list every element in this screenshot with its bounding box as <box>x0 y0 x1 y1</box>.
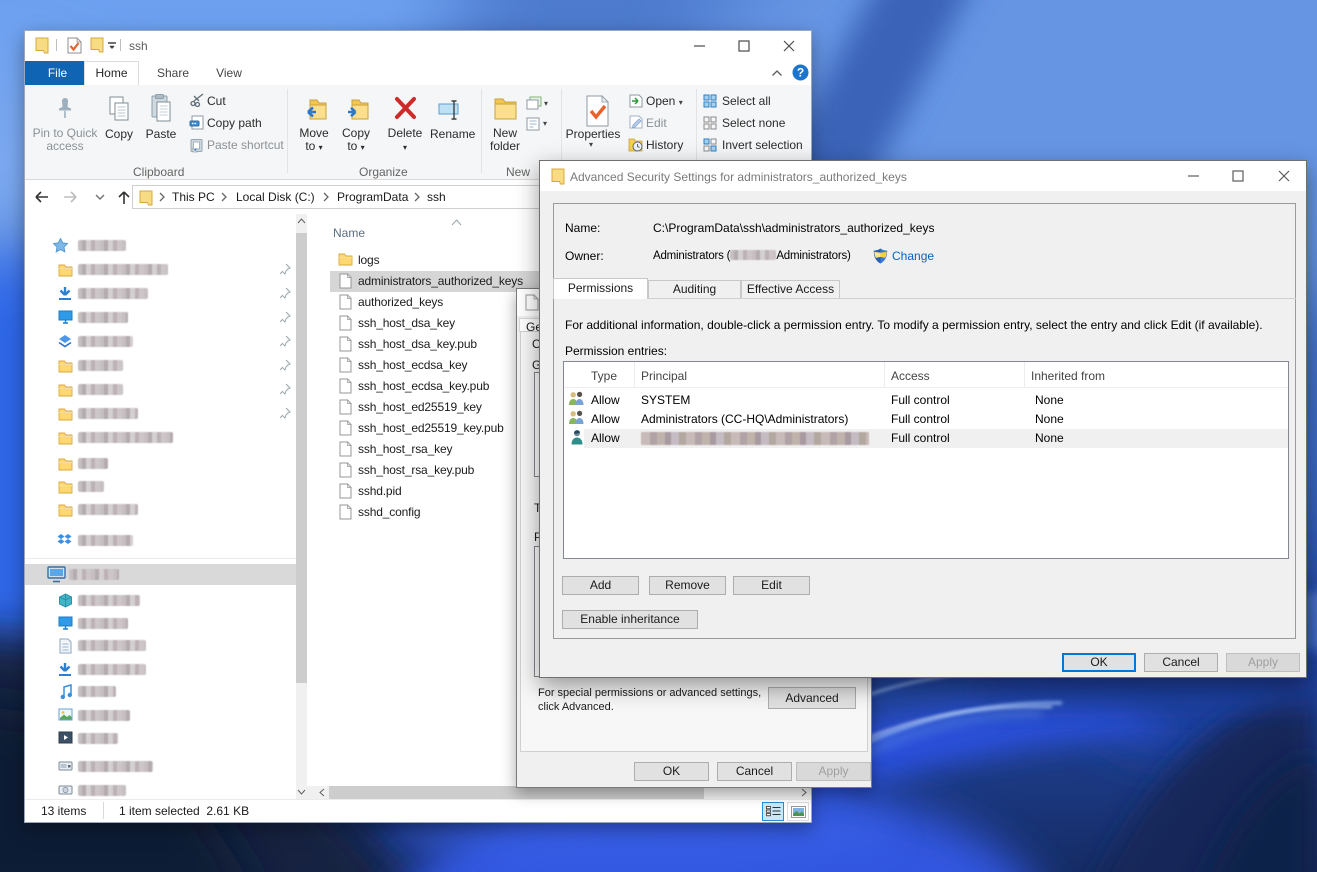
svg-text:?: ? <box>797 66 804 80</box>
